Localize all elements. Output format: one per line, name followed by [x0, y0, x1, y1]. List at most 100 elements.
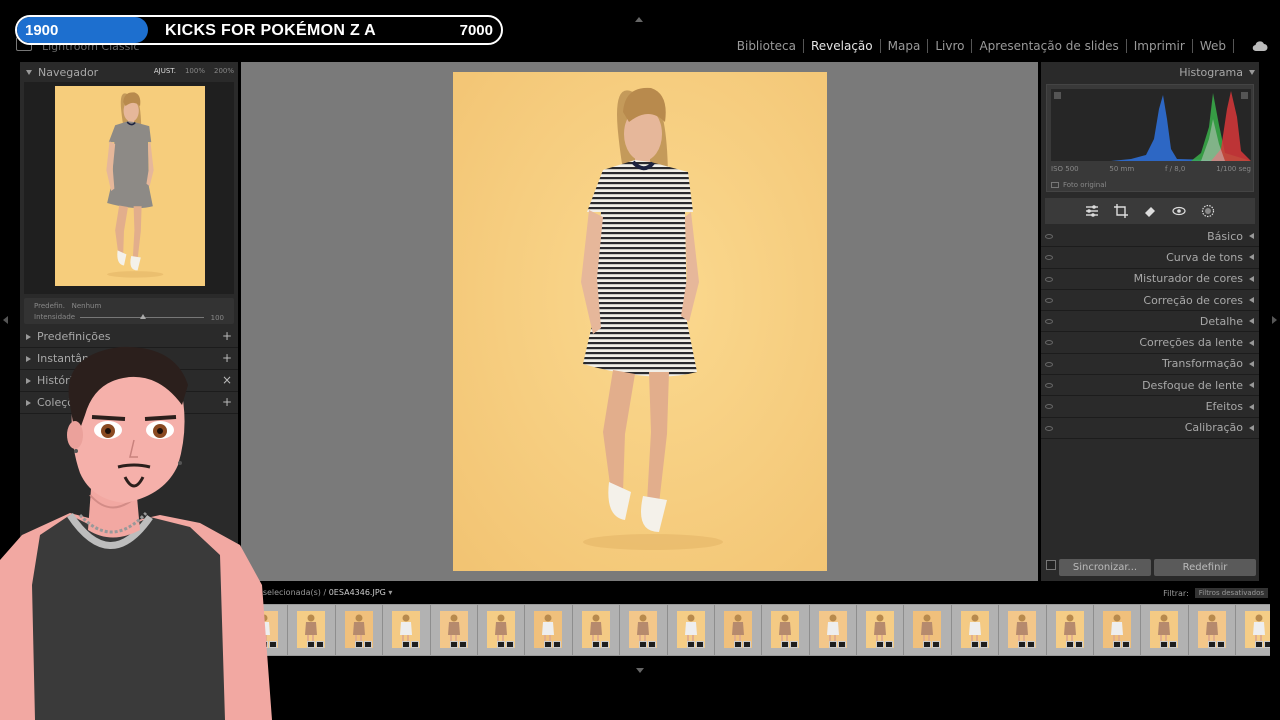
- section-label: Predefinições: [37, 330, 111, 343]
- filmstrip-thumbnail[interactable]: [857, 605, 905, 655]
- visibility-eye-icon[interactable]: [1045, 404, 1053, 410]
- develop-sections: Básico Curva de tons Misturador de cores…: [1041, 226, 1259, 439]
- collapse-top-panel-icon[interactable]: [635, 17, 643, 22]
- filmstrip-thumbnail[interactable]: [951, 605, 1000, 655]
- right-panel-footer: Sincronizar... Redefinir: [1041, 554, 1259, 581]
- filmstrip-thumbnail[interactable]: [525, 605, 573, 655]
- filmstrip-thumbnail[interactable]: [288, 605, 336, 655]
- collapsed-triangle-icon: [1249, 297, 1254, 304]
- section-correcao-de-cores[interactable]: Correção de cores: [1041, 290, 1259, 312]
- filter-select[interactable]: Filtros desativados: [1194, 588, 1268, 598]
- add-icon[interactable]: +: [222, 329, 232, 343]
- collapse-left-panel-icon[interactable]: [3, 316, 8, 324]
- visibility-eye-icon[interactable]: [1045, 276, 1053, 282]
- filmstrip-thumbnail[interactable]: [999, 605, 1047, 655]
- filmstrip-thumbnail[interactable]: [383, 605, 431, 655]
- cloud-sync-icon[interactable]: [1252, 40, 1268, 52]
- filmstrip-thumbnail[interactable]: [1046, 605, 1095, 655]
- section-label: Básico: [1207, 229, 1243, 243]
- reset-button[interactable]: Redefinir: [1154, 559, 1256, 576]
- sync-button[interactable]: Sincronizar...: [1059, 559, 1151, 576]
- module-revelacao[interactable]: Revelação: [804, 39, 880, 53]
- section-correcoes-da-lente[interactable]: Correções da lente: [1041, 332, 1259, 354]
- preset-amount-slider[interactable]: [80, 314, 204, 319]
- filmstrip-thumbnail[interactable]: [809, 605, 858, 655]
- section-calibracao[interactable]: Calibração: [1041, 418, 1259, 439]
- filmstrip-thumbnail[interactable]: [714, 605, 763, 655]
- histogram-header[interactable]: Histograma: [1179, 66, 1255, 79]
- filmstrip-thumbnail[interactable]: [477, 605, 526, 655]
- histogram-title: Histograma: [1179, 66, 1243, 79]
- original-photo-checkbox[interactable]: [1051, 182, 1059, 188]
- module-livro[interactable]: Livro: [928, 39, 971, 53]
- slider-knob[interactable]: [140, 314, 146, 319]
- current-filename[interactable]: 0ESA4346.JPG: [329, 588, 386, 597]
- section-desfoque-de-lente[interactable]: Desfoque de lente: [1041, 375, 1259, 397]
- thumbnail-badge-icon: [876, 641, 894, 648]
- sliders-icon[interactable]: [1084, 203, 1100, 219]
- preset-amount-value: 100: [210, 314, 224, 322]
- filmstrip-thumbnail[interactable]: [620, 605, 668, 655]
- navigator-header[interactable]: Navegador AJUST. 100% 200%: [20, 62, 238, 82]
- original-photo-toggle[interactable]: Foto original: [1051, 181, 1106, 189]
- navigator-preview[interactable]: [24, 82, 234, 294]
- navigator-title: Navegador: [38, 65, 99, 79]
- visibility-eye-icon[interactable]: [1045, 255, 1053, 261]
- histogram[interactable]: ISO 500 50 mm f / 8,0 1/100 seg Foto ori…: [1046, 84, 1254, 192]
- mask-icon[interactable]: [1200, 203, 1216, 219]
- filmstrip-thumbnail[interactable]: [430, 605, 478, 655]
- zoom-100-option[interactable]: 100%: [185, 67, 205, 75]
- filmstrip-thumbnail[interactable]: [667, 605, 715, 655]
- thumbnail-badge-icon: [970, 641, 988, 648]
- module-biblioteca[interactable]: Biblioteca: [730, 39, 803, 53]
- section-transformacao[interactable]: Transformação: [1041, 354, 1259, 376]
- eraser-icon[interactable]: [1142, 203, 1158, 219]
- goal-title: KICKS FOR POKÉMON Z A: [165, 22, 377, 39]
- visibility-eye-icon[interactable]: [1045, 297, 1053, 303]
- filmstrip-thumbnail[interactable]: [1141, 605, 1189, 655]
- preset-amount-label: Intensidade: [34, 313, 76, 321]
- module-web[interactable]: Web: [1193, 39, 1233, 53]
- crop-icon[interactable]: [1113, 203, 1129, 219]
- visibility-eye-icon[interactable]: [1045, 340, 1053, 346]
- filmstrip[interactable]: [241, 604, 1270, 656]
- visibility-eye-icon[interactable]: [1045, 383, 1053, 389]
- filmstrip-thumbnail[interactable]: [1094, 605, 1142, 655]
- histogram-metadata: ISO 500 50 mm f / 8,0 1/100 seg: [1051, 165, 1251, 173]
- section-efeitos[interactable]: Efeitos: [1041, 396, 1259, 418]
- filmstrip-thumbnail[interactable]: [335, 605, 384, 655]
- collapse-right-panel-icon[interactable]: [1272, 316, 1277, 324]
- image-canvas[interactable]: [241, 62, 1038, 581]
- visibility-eye-icon[interactable]: [1045, 319, 1053, 325]
- section-misturador-de-cores[interactable]: Misturador de cores: [1041, 269, 1259, 290]
- tool-strip: [1045, 198, 1255, 224]
- auto-sync-toggle[interactable]: [1046, 560, 1056, 570]
- zoom-200-option[interactable]: 200%: [214, 67, 234, 75]
- section-label: Desfoque de lente: [1142, 378, 1243, 392]
- filmstrip-thumbnail[interactable]: [1188, 605, 1237, 655]
- zoom-fit-option[interactable]: AJUST.: [154, 67, 176, 75]
- collapse-filmstrip-icon[interactable]: [636, 668, 644, 673]
- filmstrip-thumbnail[interactable]: [572, 605, 621, 655]
- filmstrip-thumbnail[interactable]: [1236, 605, 1270, 655]
- section-label: Transformação: [1162, 357, 1243, 371]
- shutter-value: 1/100 seg: [1216, 165, 1251, 173]
- module-imprimir[interactable]: Imprimir: [1127, 39, 1192, 53]
- collapsed-triangle-icon: [1249, 233, 1254, 240]
- main-photo[interactable]: [453, 72, 827, 571]
- section-detalhe[interactable]: Detalhe: [1041, 311, 1259, 333]
- section-label: Detalhe: [1199, 314, 1243, 328]
- thumbnail-badge-icon: [828, 641, 846, 648]
- thumbnail-badge-icon: [402, 641, 420, 648]
- section-curva-de-tons[interactable]: Curva de tons: [1041, 247, 1259, 269]
- visibility-eye-icon[interactable]: [1045, 234, 1053, 239]
- module-mapa[interactable]: Mapa: [881, 39, 928, 53]
- eye-icon[interactable]: [1171, 203, 1187, 219]
- section-basico[interactable]: Básico: [1041, 226, 1259, 248]
- visibility-eye-icon[interactable]: [1045, 361, 1053, 367]
- filmstrip-thumbnail[interactable]: [904, 605, 952, 655]
- module-apresentacao[interactable]: Apresentação de slides: [972, 39, 1125, 53]
- visibility-eye-icon[interactable]: [1045, 425, 1053, 431]
- aperture-value: f / 8,0: [1164, 165, 1186, 173]
- filmstrip-thumbnail[interactable]: [762, 605, 810, 655]
